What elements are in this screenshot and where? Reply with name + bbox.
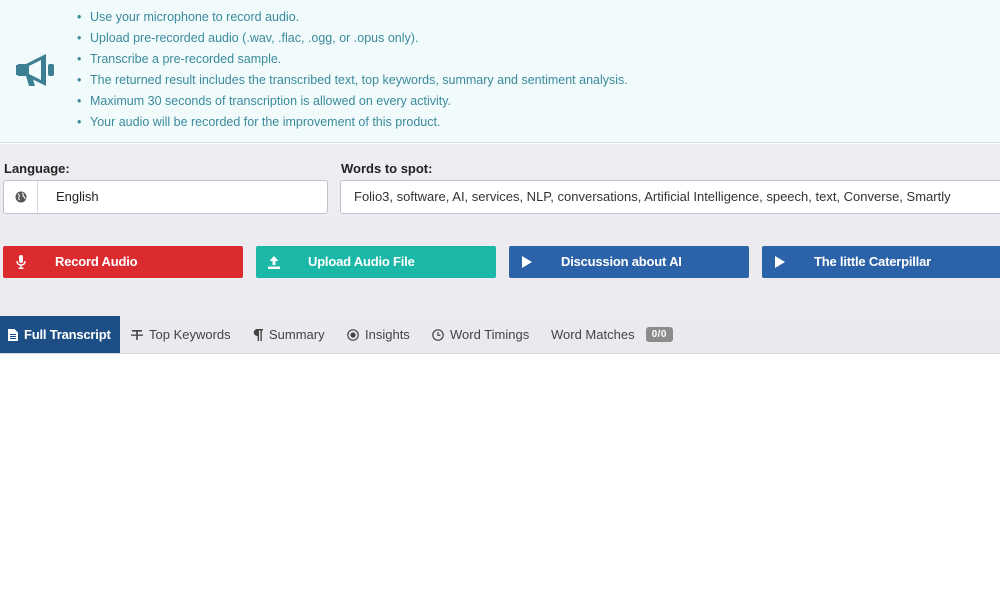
clock-icon — [432, 328, 444, 341]
info-item-text: Transcribe a pre-recorded sample. — [90, 52, 282, 66]
controls-panel: Language: Words to spot: English Folio3,… — [0, 144, 1000, 354]
result-tabs: Full Transcript Top Keywords Summary Ins… — [0, 316, 1000, 353]
tab-summary[interactable]: Summary — [253, 316, 325, 353]
info-item: • Upload pre-recorded audio (.wav, .flac,… — [77, 31, 419, 45]
record-audio-button[interactable]: Record Audio — [3, 246, 243, 278]
tab-insights[interactable]: Insights — [347, 316, 410, 353]
tab-full-transcript-label: Full Transcript — [24, 327, 111, 342]
info-item-text: Maximum 30 seconds of transcription is a… — [90, 94, 452, 108]
info-item: • Maximum 30 seconds of transcription is … — [77, 94, 452, 108]
text-strike-icon — [131, 329, 143, 341]
tab-summary-label: Summary — [269, 327, 325, 342]
sample-little-caterpillar-button[interactable]: The little Caterpillar — [762, 246, 1000, 278]
info-item-text: Upload pre-recorded audio (.wav, .flac, … — [90, 31, 419, 45]
info-item: • Transcribe a pre-recorded sample. — [77, 52, 282, 66]
document-icon — [8, 328, 18, 341]
language-select[interactable]: English — [3, 180, 328, 214]
sample-discussion-ai-button[interactable]: Discussion about AI — [509, 246, 749, 278]
transcript-content-area — [0, 355, 1000, 612]
upload-audio-button[interactable]: Upload Audio File — [256, 246, 496, 278]
word-matches-count-badge: 0/0 — [645, 327, 673, 342]
words-to-spot-input[interactable]: Folio3, software, AI, services, NLP, con… — [340, 180, 1000, 214]
microphone-icon — [3, 246, 39, 278]
target-icon — [347, 328, 359, 341]
info-item: • Use your microphone to record audio. — [77, 10, 300, 24]
sample-little-caterpillar-label: The little Caterpillar — [814, 254, 931, 269]
info-item: • Your audio will be recorded for the imp… — [77, 115, 441, 129]
tab-top-keywords[interactable]: Top Keywords — [131, 316, 231, 353]
sample-discussion-ai-label: Discussion about AI — [561, 254, 682, 269]
tab-word-timings[interactable]: Word Timings — [432, 316, 529, 353]
info-item-text: The returned result includes the transcr… — [90, 73, 628, 87]
info-item-text: Your audio will be recorded for the impr… — [90, 115, 441, 129]
upload-icon — [256, 246, 292, 278]
tab-word-matches[interactable]: Word Matches 0/0 — [551, 316, 673, 353]
info-panel: • Use your microphone to record audio. • U… — [0, 0, 1000, 143]
info-list: • Use your microphone to record audio. • U… — [77, 7, 628, 133]
tab-word-timings-label: Word Timings — [450, 327, 530, 342]
language-label: Language: — [4, 161, 70, 176]
tab-word-matches-label: Word Matches — [551, 327, 635, 342]
tab-top-keywords-label: Top Keywords — [149, 327, 231, 342]
tab-insights-label: Insights — [365, 327, 410, 342]
paragraph-icon — [253, 328, 263, 341]
upload-audio-label: Upload Audio File — [308, 254, 415, 269]
play-icon — [762, 246, 798, 278]
megaphone-icon — [16, 54, 54, 86]
info-item-text: Use your microphone to record audio. — [90, 10, 300, 24]
tab-full-transcript[interactable]: Full Transcript — [0, 316, 120, 353]
language-value: English — [56, 189, 99, 204]
info-item: • The returned result includes the transc… — [77, 73, 628, 87]
play-icon — [509, 246, 545, 278]
words-to-spot-label: Words to spot: — [341, 161, 433, 176]
globe-icon — [4, 181, 38, 213]
record-audio-label: Record Audio — [55, 254, 138, 269]
